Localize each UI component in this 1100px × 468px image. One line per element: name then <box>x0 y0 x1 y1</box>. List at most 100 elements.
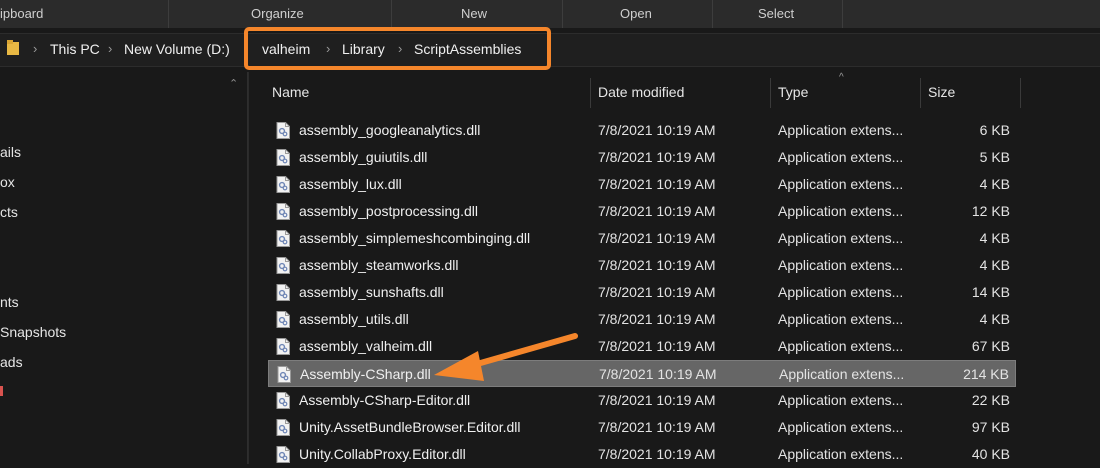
file-type: Application extens... <box>778 257 904 273</box>
file-row[interactable]: Assembly-CSharp.dll 7/8/2021 10:19 AM Appl… <box>268 360 1016 387</box>
nav-item[interactable]: ails <box>0 144 21 160</box>
dll-file-icon <box>276 338 290 355</box>
ribbon-group-open[interactable]: Open <box>620 6 652 21</box>
file-name: assembly_guiutils.dll <box>299 149 428 165</box>
pane-divider[interactable] <box>247 72 248 464</box>
file-row[interactable]: assembly_lux.dll 7/8/2021 10:19 AM Applica… <box>268 171 1016 198</box>
dll-file-icon <box>276 257 290 274</box>
folder-icon <box>7 40 19 55</box>
file-type: Application extens... <box>778 284 904 300</box>
file-row[interactable]: assembly_googleanalytics.dll 7/8/2021 10:… <box>268 117 1016 144</box>
dll-file-icon <box>276 311 290 328</box>
file-size: 67 KB <box>971 338 1010 354</box>
ribbon-divider <box>562 0 563 28</box>
file-type: Application extens... <box>778 338 904 354</box>
file-date-modified: 7/8/2021 10:19 AM <box>598 392 716 408</box>
file-type: Application extens... <box>778 230 904 246</box>
column-divider[interactable] <box>920 78 921 108</box>
file-name: assembly_simplemeshcombinging.dll <box>299 230 531 246</box>
dll-file-icon <box>276 446 290 463</box>
file-date-modified: 7/8/2021 10:19 AM <box>598 311 716 327</box>
ribbon-divider <box>712 0 713 28</box>
file-size: 4 KB <box>979 176 1010 192</box>
file-name: assembly_steamworks.dll <box>299 257 459 273</box>
file-size: 5 KB <box>979 149 1010 165</box>
file-type: Application extens... <box>778 392 904 408</box>
sort-caret-icon: ^ <box>839 72 844 83</box>
dll-file-icon <box>276 203 290 220</box>
dll-file-icon <box>276 230 290 247</box>
file-row[interactable]: Unity.AssetBundleBrowser.Editor.dll 7/8/2… <box>268 414 1016 441</box>
file-date-modified: 7/8/2021 10:19 AM <box>598 446 716 462</box>
file-row[interactable]: assembly_postprocessing.dll 7/8/2021 10:1… <box>268 198 1016 225</box>
ribbon: ipboard Organize New Open Select <box>0 0 1100 29</box>
column-divider[interactable] <box>590 78 591 108</box>
column-header-name[interactable]: Name <box>272 84 309 100</box>
dll-file-icon <box>276 284 290 301</box>
ribbon-group-clipboard[interactable]: ipboard <box>0 6 43 21</box>
dll-file-icon <box>276 419 290 436</box>
file-name: Unity.CollabProxy.Editor.dll <box>299 446 466 462</box>
file-size: 12 KB <box>971 203 1010 219</box>
file-name: assembly_valheim.dll <box>299 338 433 354</box>
chevron-right-icon[interactable]: › <box>33 41 37 56</box>
file-type: Application extens... <box>778 122 904 138</box>
ribbon-group-new[interactable]: New <box>461 6 487 21</box>
nav-item[interactable]: ads <box>0 354 23 370</box>
file-row[interactable]: assembly_simplemeshcombinging.dll 7/8/202… <box>268 225 1016 252</box>
ribbon-group-organize[interactable]: Organize <box>251 6 304 21</box>
file-type: Application extens... <box>779 366 905 382</box>
file-type: Application extens... <box>778 446 904 462</box>
file-row[interactable]: assembly_sunshafts.dll 7/8/2021 10:19 AM A… <box>268 279 1016 306</box>
scroll-up-icon[interactable]: ⌃ <box>229 77 238 90</box>
breadcrumb-new-volume[interactable]: New Volume (D:) <box>124 41 230 57</box>
file-date-modified: 7/8/2021 10:19 AM <box>598 149 716 165</box>
file-type: Application extens... <box>778 149 904 165</box>
ribbon-divider <box>391 0 392 28</box>
ribbon-divider <box>168 0 169 28</box>
nav-item[interactable]: Snapshots <box>0 324 66 340</box>
dll-file-icon <box>276 149 290 166</box>
file-date-modified: 7/8/2021 10:19 AM <box>598 230 716 246</box>
file-date-modified: 7/8/2021 10:19 AM <box>598 203 716 219</box>
navigation-pane <box>0 72 249 464</box>
dll-file-icon <box>276 176 290 193</box>
file-row[interactable]: assembly_utils.dll 7/8/2021 10:19 AM Appli… <box>268 306 1016 333</box>
file-date-modified: 7/8/2021 10:19 AM <box>598 338 716 354</box>
file-type: Application extens... <box>778 419 904 435</box>
dll-file-icon <box>276 122 290 139</box>
column-header-size[interactable]: Size <box>928 84 955 100</box>
column-header-date[interactable]: Date modified <box>598 84 684 100</box>
file-date-modified: 7/8/2021 10:19 AM <box>598 284 716 300</box>
file-row[interactable]: assembly_steamworks.dll 7/8/2021 10:19 AM… <box>268 252 1016 279</box>
file-name: assembly_sunshafts.dll <box>299 284 444 300</box>
file-row[interactable]: assembly_guiutils.dll 7/8/2021 10:19 AM Ap… <box>268 144 1016 171</box>
chevron-right-icon[interactable]: › <box>108 41 112 56</box>
ribbon-group-select[interactable]: Select <box>758 6 794 21</box>
file-date-modified: 7/8/2021 10:19 AM <box>598 257 716 273</box>
file-name: assembly_googleanalytics.dll <box>299 122 481 138</box>
nav-item[interactable]: cts <box>0 204 18 220</box>
ribbon-divider <box>842 0 843 28</box>
column-divider[interactable] <box>770 78 771 108</box>
file-row[interactable]: assembly_valheim.dll 7/8/2021 10:19 AM App… <box>268 333 1016 360</box>
file-type: Application extens... <box>778 176 904 192</box>
file-row[interactable]: Assembly-CSharp-Editor.dll 7/8/2021 10:19… <box>268 387 1016 414</box>
file-size: 14 KB <box>971 284 1010 300</box>
file-name: Assembly-CSharp.dll <box>300 366 431 382</box>
dll-file-icon <box>276 392 290 409</box>
breadcrumb-this-pc[interactable]: This PC <box>50 41 100 57</box>
file-date-modified: 7/8/2021 10:19 AM <box>599 366 717 382</box>
file-date-modified: 7/8/2021 10:19 AM <box>598 122 716 138</box>
file-size: 40 KB <box>971 446 1010 462</box>
file-date-modified: 7/8/2021 10:19 AM <box>598 176 716 192</box>
nav-item[interactable]: ox <box>0 174 15 190</box>
file-size: 4 KB <box>979 230 1010 246</box>
file-size: 6 KB <box>979 122 1010 138</box>
file-type: Application extens... <box>778 203 904 219</box>
column-divider[interactable] <box>1020 78 1021 108</box>
file-size: 214 KB <box>963 366 1009 382</box>
nav-item[interactable]: nts <box>0 294 19 310</box>
column-header-type[interactable]: Type <box>778 84 808 100</box>
file-name: Assembly-CSharp-Editor.dll <box>299 392 471 408</box>
